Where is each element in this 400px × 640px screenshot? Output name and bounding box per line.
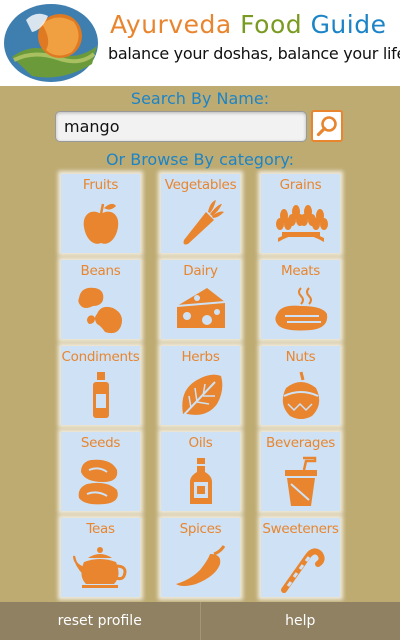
candy-cane-icon xyxy=(280,548,325,593)
category-seeds[interactable]: Seeds xyxy=(61,432,140,511)
category-oils[interactable]: Oils xyxy=(161,432,240,511)
hazelnut-icon xyxy=(282,371,319,419)
carrot-icon xyxy=(183,200,224,245)
category-dairy[interactable]: Dairy xyxy=(161,260,240,339)
search-input[interactable] xyxy=(55,111,307,142)
title-word-2: Food xyxy=(240,10,303,39)
wheat-icon xyxy=(275,205,328,242)
category-label: Herbs xyxy=(181,349,220,365)
search-label: Search By Name: xyxy=(130,89,270,108)
category-label: Seeds xyxy=(80,435,121,451)
logo-icon xyxy=(4,4,98,82)
category-condiments[interactable]: Condiments xyxy=(61,346,140,425)
category-spices[interactable]: Spices xyxy=(161,518,240,597)
category-meats[interactable]: Meats xyxy=(261,260,340,339)
category-beverages[interactable]: Beverages xyxy=(261,432,340,511)
footer-bar: reset profile help xyxy=(0,602,400,640)
browse-label: Or Browse By category: xyxy=(105,150,295,169)
seeds-icon xyxy=(78,459,118,505)
category-teas[interactable]: Teas xyxy=(61,518,140,597)
category-grains[interactable]: Grains xyxy=(261,174,340,253)
category-nuts[interactable]: Nuts xyxy=(261,346,340,425)
search-button[interactable] xyxy=(311,110,343,142)
tagline: balance your doshas, balance your life! xyxy=(108,44,400,63)
category-label: Condiments xyxy=(61,349,140,365)
bottle-icon xyxy=(92,372,109,418)
category-label: Nuts xyxy=(285,349,316,365)
title-word-3: Guide xyxy=(310,10,387,39)
category-label: Meats xyxy=(280,263,321,279)
reset-profile-button[interactable]: reset profile xyxy=(0,602,200,640)
app-header: Ayurveda Food Guide balance your doshas,… xyxy=(0,0,400,86)
leaf-icon xyxy=(177,374,222,421)
steak-icon xyxy=(274,287,327,331)
category-label: Beans xyxy=(80,263,121,279)
app-title: Ayurveda Food Guide xyxy=(110,10,395,39)
category-label: Grains xyxy=(279,177,322,193)
cheese-icon xyxy=(176,288,225,328)
category-label: Teas xyxy=(86,521,115,537)
category-label: Dairy xyxy=(183,263,218,279)
category-fruits[interactable]: Fruits xyxy=(61,174,140,253)
help-button[interactable]: help xyxy=(199,602,400,640)
teapot-icon xyxy=(72,547,126,588)
magnifier-icon xyxy=(316,116,337,137)
apple-icon xyxy=(83,203,118,244)
category-label: Beverages xyxy=(266,435,335,451)
category-sweeteners[interactable]: Sweeteners xyxy=(261,518,340,597)
category-label: Oils xyxy=(188,435,213,451)
category-herbs[interactable]: Herbs xyxy=(161,346,240,425)
category-grid: Fruits Vegetables Grains Beans Dairy Mea… xyxy=(61,174,340,597)
category-beans[interactable]: Beans xyxy=(61,260,140,339)
category-vegetables[interactable]: Vegetables xyxy=(161,174,240,253)
cup-icon xyxy=(284,456,317,506)
category-label: Spices xyxy=(179,521,222,537)
category-label: Vegetables xyxy=(164,177,237,193)
chili-icon xyxy=(175,545,225,586)
oil-bottle-icon xyxy=(189,458,212,504)
beans-icon xyxy=(77,287,122,334)
title-word-1: Ayurveda xyxy=(110,10,232,39)
category-label: Fruits xyxy=(82,177,119,193)
category-label: Sweeteners xyxy=(262,521,339,537)
